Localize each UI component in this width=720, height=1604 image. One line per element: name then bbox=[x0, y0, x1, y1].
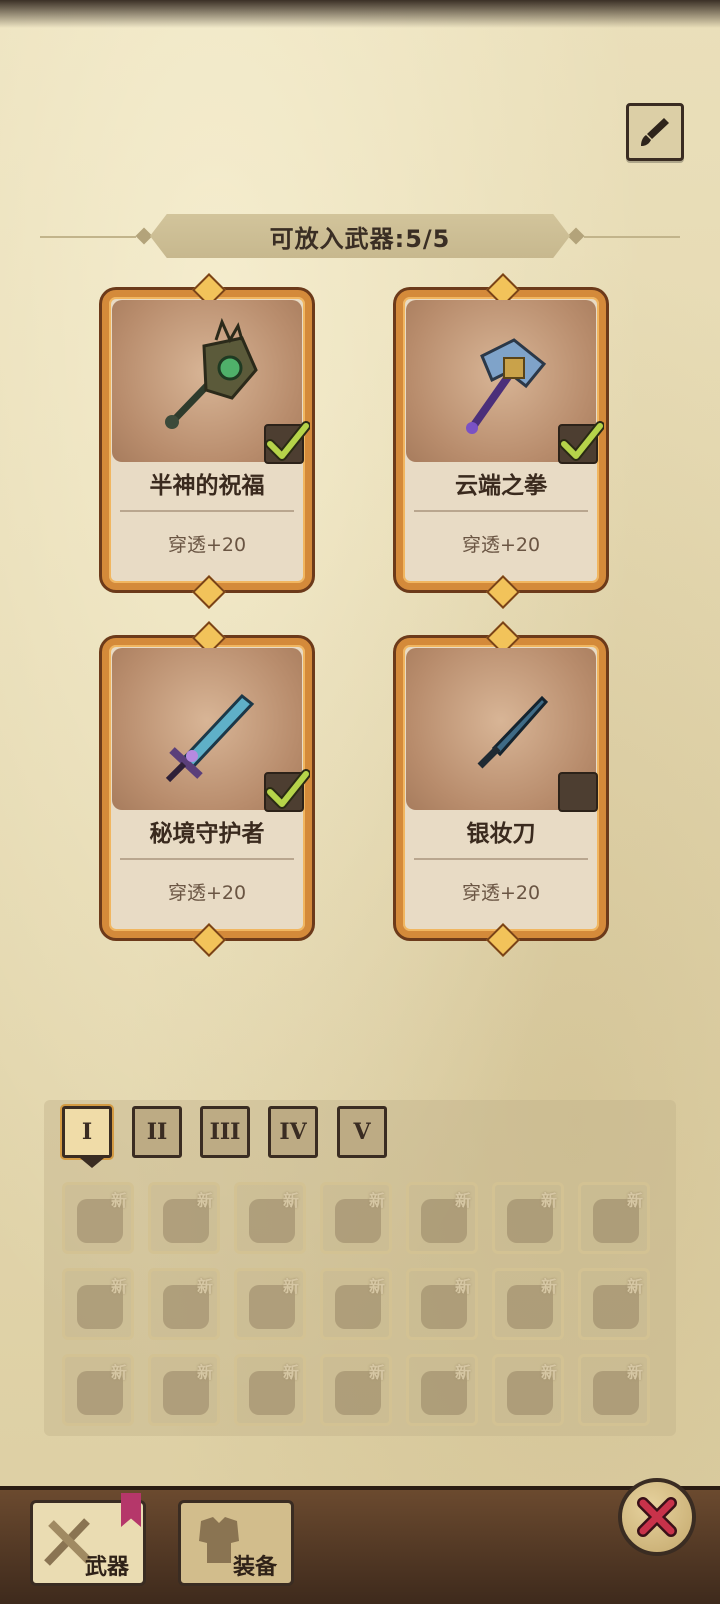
new-badge: 新 bbox=[368, 1363, 385, 1382]
tier-tab-2[interactable]: II bbox=[132, 1106, 182, 1158]
new-badge: 新 bbox=[540, 1191, 557, 1210]
card-divider bbox=[120, 510, 294, 512]
weapon-card-4[interactable]: 银妆刀 穿透+20 bbox=[396, 621, 606, 957]
capacity-label: 可放入武器:5/5 bbox=[269, 224, 451, 253]
inventory-slot[interactable]: 新 bbox=[406, 1354, 478, 1426]
new-badge: 新 bbox=[110, 1191, 127, 1210]
weapon-stat: 穿透+20 bbox=[461, 882, 541, 904]
weapon-name: 云端之拳 bbox=[455, 473, 547, 499]
selected-checkbox[interactable] bbox=[264, 421, 310, 464]
inventory-slot[interactable]: 新 bbox=[234, 1268, 306, 1340]
inventory-slot[interactable]: 新 bbox=[492, 1268, 564, 1340]
close-icon bbox=[637, 1497, 677, 1537]
weapon-name: 半神的祝福 bbox=[149, 473, 265, 499]
inventory-slot[interactable]: 新 bbox=[62, 1268, 134, 1340]
inventory-slot[interactable]: 新 bbox=[578, 1182, 650, 1254]
weapon-stat: 穿透+20 bbox=[461, 534, 541, 556]
new-badge: 新 bbox=[540, 1277, 557, 1296]
new-badge: 新 bbox=[454, 1277, 471, 1296]
new-badge: 新 bbox=[454, 1363, 471, 1382]
weapon-name: 银妆刀 bbox=[466, 821, 536, 847]
weapon-card-3[interactable]: 秘境守护者 穿透+20 bbox=[102, 621, 312, 957]
tier-tab-1[interactable]: I bbox=[62, 1106, 112, 1158]
inventory-slot[interactable]: 新 bbox=[320, 1354, 392, 1426]
inventory-slot[interactable]: 新 bbox=[234, 1354, 306, 1426]
inventory-slot[interactable]: 新 bbox=[234, 1182, 306, 1254]
new-badge: 新 bbox=[454, 1191, 471, 1210]
selected-checkbox[interactable] bbox=[264, 769, 310, 812]
new-badge: 新 bbox=[110, 1277, 127, 1296]
inventory-slot[interactable]: 新 bbox=[148, 1268, 220, 1340]
tier-tab-4[interactable]: IV bbox=[268, 1106, 318, 1158]
new-badge: 新 bbox=[196, 1191, 213, 1210]
new-badge: 新 bbox=[626, 1363, 643, 1382]
inventory-slot[interactable]: 新 bbox=[578, 1268, 650, 1340]
equipment-tab[interactable]: 装备 bbox=[178, 1500, 294, 1586]
tier-tab-pointer bbox=[80, 1158, 104, 1168]
inventory-slot[interactable]: 新 bbox=[62, 1354, 134, 1426]
inventory-slot[interactable]: 新 bbox=[578, 1354, 650, 1426]
new-badge: 新 bbox=[540, 1363, 557, 1382]
new-badge: 新 bbox=[626, 1277, 643, 1296]
tier-tab-5[interactable]: V bbox=[337, 1106, 387, 1158]
unselected-checkbox[interactable] bbox=[558, 772, 598, 812]
weapon-name: 秘境守护者 bbox=[149, 821, 265, 847]
inventory-slot[interactable]: 新 bbox=[320, 1268, 392, 1340]
tier-tab-3[interactable]: III bbox=[200, 1106, 250, 1158]
new-badge: 新 bbox=[368, 1191, 385, 1210]
inventory-slot[interactable]: 新 bbox=[148, 1182, 220, 1254]
weapons-tab[interactable]: 武器 bbox=[30, 1493, 146, 1586]
inventory-slot[interactable]: 新 bbox=[492, 1182, 564, 1254]
new-badge: 新 bbox=[282, 1363, 299, 1382]
bookmark-icon bbox=[121, 1493, 141, 1527]
weapon-card-1[interactable]: 半神的祝福 穿透+20 bbox=[102, 273, 312, 609]
top-ink-edge bbox=[0, 0, 720, 28]
weapon-stat: 穿透+20 bbox=[167, 534, 247, 556]
new-badge: 新 bbox=[196, 1363, 213, 1382]
card-divider bbox=[414, 510, 588, 512]
header-rule-left bbox=[40, 236, 136, 238]
checkmark-icon bbox=[265, 769, 310, 809]
inventory-slot[interactable]: 新 bbox=[62, 1182, 134, 1254]
capacity-banner: 可放入武器:5/5 bbox=[150, 214, 570, 258]
inventory-slot[interactable]: 新 bbox=[320, 1182, 392, 1254]
new-badge: 新 bbox=[282, 1277, 299, 1296]
new-badge: 新 bbox=[196, 1277, 213, 1296]
new-badge: 新 bbox=[282, 1191, 299, 1210]
weapons-tab-label: 武器 bbox=[85, 1555, 130, 1580]
checkmark-icon bbox=[265, 421, 310, 461]
new-badge: 新 bbox=[110, 1363, 127, 1382]
card-divider bbox=[414, 858, 588, 860]
inventory-slot[interactable]: 新 bbox=[406, 1268, 478, 1340]
weapon-stat: 穿透+20 bbox=[167, 882, 247, 904]
edit-button[interactable] bbox=[626, 103, 684, 161]
selected-checkbox[interactable] bbox=[558, 421, 604, 464]
new-badge: 新 bbox=[626, 1191, 643, 1210]
inventory-slot[interactable]: 新 bbox=[148, 1354, 220, 1426]
weapon-card-2[interactable]: 云端之拳 穿透+20 bbox=[396, 273, 606, 609]
inventory-slot[interactable]: 新 bbox=[406, 1182, 478, 1254]
header-rule-right bbox=[584, 236, 680, 238]
new-badge: 新 bbox=[368, 1277, 385, 1296]
card-divider bbox=[120, 858, 294, 860]
brush-icon bbox=[641, 118, 669, 146]
inventory-slot[interactable]: 新 bbox=[492, 1354, 564, 1426]
equipment-tab-label: 装备 bbox=[233, 1555, 278, 1580]
close-button[interactable] bbox=[618, 1478, 696, 1556]
checkmark-icon bbox=[559, 421, 604, 461]
